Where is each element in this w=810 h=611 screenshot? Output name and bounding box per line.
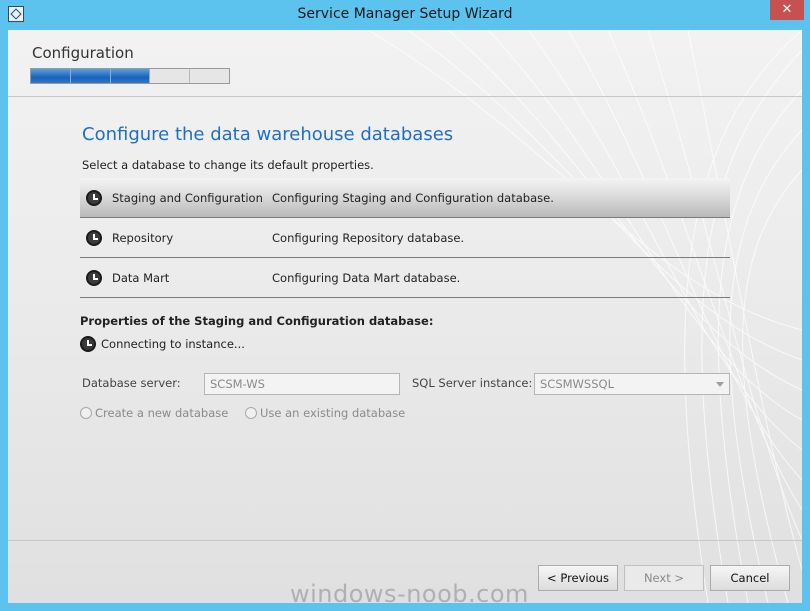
create-new-database-label: Create a new database <box>95 406 229 420</box>
page-heading: Configure the data warehouse databases <box>82 124 454 145</box>
progress-segment-3 <box>110 69 151 83</box>
clock-icon <box>86 270 102 286</box>
wizard-client-area: Configuration Configure the data warehou… <box>8 30 802 603</box>
radio-circle <box>80 407 92 419</box>
database-row-staging[interactable]: Staging and Configuration Configuring St… <box>80 178 730 218</box>
database-status: Configuring Repository database. <box>272 231 465 245</box>
database-row-repository[interactable]: Repository Configuring Repository databa… <box>80 218 730 258</box>
close-icon: ✕ <box>781 2 793 17</box>
database-server-input[interactable]: SCSM-WS <box>204 373 400 395</box>
database-server-label: Database server: <box>82 376 181 390</box>
database-name: Repository <box>112 231 174 245</box>
progress-segment-2 <box>70 69 111 83</box>
close-button[interactable]: ✕ <box>770 0 804 20</box>
sql-server-instance-value: SCSMWSSQL <box>540 377 614 391</box>
database-name: Staging and Configuration <box>112 191 263 205</box>
progress-segment-5 <box>190 69 229 83</box>
database-status: Configuring Staging and Configuration da… <box>272 191 554 205</box>
database-name: Data Mart <box>112 271 170 285</box>
chevron-down-icon <box>716 382 724 387</box>
connecting-text: Connecting to instance... <box>101 337 245 351</box>
title-bar[interactable]: Service Manager Setup Wizard ✕ <box>0 0 810 30</box>
database-server-value: SCSM-WS <box>210 377 265 391</box>
page-description: Select a database to change its default … <box>82 158 374 172</box>
previous-button[interactable]: < Previous <box>538 565 618 591</box>
clock-icon <box>86 190 102 206</box>
footer-divider <box>8 540 802 541</box>
progress-segment-1 <box>31 69 71 83</box>
clock-icon <box>80 336 96 352</box>
setup-wizard-window: Service Manager Setup Wizard ✕ Configura… <box>0 0 810 611</box>
stage-title: Configuration <box>32 44 134 62</box>
database-row-data-mart[interactable]: Data Mart Configuring Data Mart database… <box>80 258 730 298</box>
sql-server-instance-select[interactable]: SCSMWSSQL <box>534 373 730 395</box>
use-existing-database-label: Use an existing database <box>260 406 406 420</box>
cancel-button[interactable]: Cancel <box>710 565 790 591</box>
sql-server-instance-label: SQL Server instance: <box>412 376 533 390</box>
progress-segment-4 <box>150 69 191 83</box>
progress-bar <box>30 68 230 84</box>
window-title: Service Manager Setup Wizard <box>297 6 513 22</box>
wizard-header: Configuration <box>8 30 802 97</box>
database-status: Configuring Data Mart database. <box>272 271 461 285</box>
watermark-text: windows-noob.com <box>290 580 529 603</box>
clock-icon <box>86 230 102 246</box>
properties-title: Properties of the Staging and Configurat… <box>80 314 434 328</box>
database-list: Staging and Configuration Configuring St… <box>80 178 730 298</box>
radio-circle <box>245 407 257 419</box>
next-button[interactable]: Next > <box>624 565 704 591</box>
